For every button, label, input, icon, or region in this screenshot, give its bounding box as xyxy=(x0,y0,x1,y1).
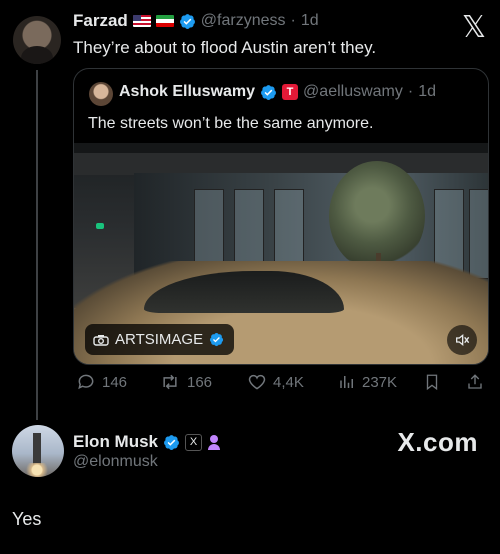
repost-button[interactable]: 166 xyxy=(159,372,212,392)
reply-author-handle[interactable]: @elonmusk xyxy=(73,453,158,471)
like-button[interactable]: 4,4K xyxy=(247,372,304,392)
x-badge-icon: X xyxy=(185,433,203,451)
post-header: Farzad @farzyness · 1d xyxy=(73,11,319,31)
iran-flag-icon xyxy=(155,15,174,27)
verified-icon xyxy=(179,13,195,29)
verified-icon xyxy=(210,332,224,347)
camera-icon xyxy=(93,334,109,346)
video-media[interactable]: ARTSIMAGE xyxy=(74,143,488,364)
author-handle[interactable]: @farzyness xyxy=(201,12,286,30)
quoted-post[interactable]: Ashok Elluswamy T @aelluswamy · 1d The s… xyxy=(73,68,489,365)
quoted-author-name[interactable]: Ashok Elluswamy xyxy=(119,83,255,101)
person-icon xyxy=(207,434,221,451)
x-logo-icon[interactable]: 𝕏 xyxy=(462,10,486,45)
reply-count: 146 xyxy=(102,373,128,391)
views-button[interactable]: 237K xyxy=(338,372,397,392)
share-button[interactable] xyxy=(466,372,484,392)
media-credit: ARTSIMAGE xyxy=(115,331,204,348)
views-icon xyxy=(340,376,353,388)
bookmark-icon xyxy=(426,374,438,391)
verified-icon xyxy=(261,84,276,100)
quoted-text: The streets won’t be the same anymore. xyxy=(88,115,374,132)
quoted-header: Ashok Elluswamy T @aelluswamy · 1d xyxy=(119,83,436,101)
tesla-icon: T xyxy=(282,84,299,100)
reply-button[interactable]: 146 xyxy=(76,372,127,392)
repost-icon xyxy=(163,374,177,390)
quoted-avatar[interactable] xyxy=(89,82,113,106)
reply-avatar[interactable] xyxy=(12,425,64,477)
reply-header: Elon Musk X xyxy=(73,432,221,452)
quoted-author-handle[interactable]: @aelluswamy xyxy=(303,83,403,101)
reply-author-name[interactable]: Elon Musk xyxy=(73,432,158,452)
us-flag-icon xyxy=(132,15,151,27)
share-icon xyxy=(468,374,482,389)
verified-icon xyxy=(164,434,179,450)
thread-line xyxy=(36,70,38,420)
views-count: 237K xyxy=(362,373,398,391)
bookmark-button[interactable] xyxy=(423,372,441,392)
watermark: X.com xyxy=(397,427,478,457)
post-text: They’re about to flood Austin aren’t the… xyxy=(73,38,377,57)
quoted-time[interactable]: 1d xyxy=(418,83,436,101)
mute-icon xyxy=(456,333,470,347)
media-credit-badge[interactable]: ARTSIMAGE xyxy=(85,324,235,355)
action-bar: 146 166 4,4K 237K xyxy=(73,372,489,394)
mute-button[interactable] xyxy=(447,325,477,355)
avatar[interactable] xyxy=(13,16,61,64)
post-time[interactable]: 1d xyxy=(301,12,319,30)
author-name[interactable]: Farzad xyxy=(73,11,128,31)
reply-icon xyxy=(78,374,94,390)
reply-text: Yes xyxy=(12,509,42,529)
repost-count: 166 xyxy=(187,373,213,391)
like-icon xyxy=(248,374,266,390)
like-count: 4,4K xyxy=(273,373,304,391)
